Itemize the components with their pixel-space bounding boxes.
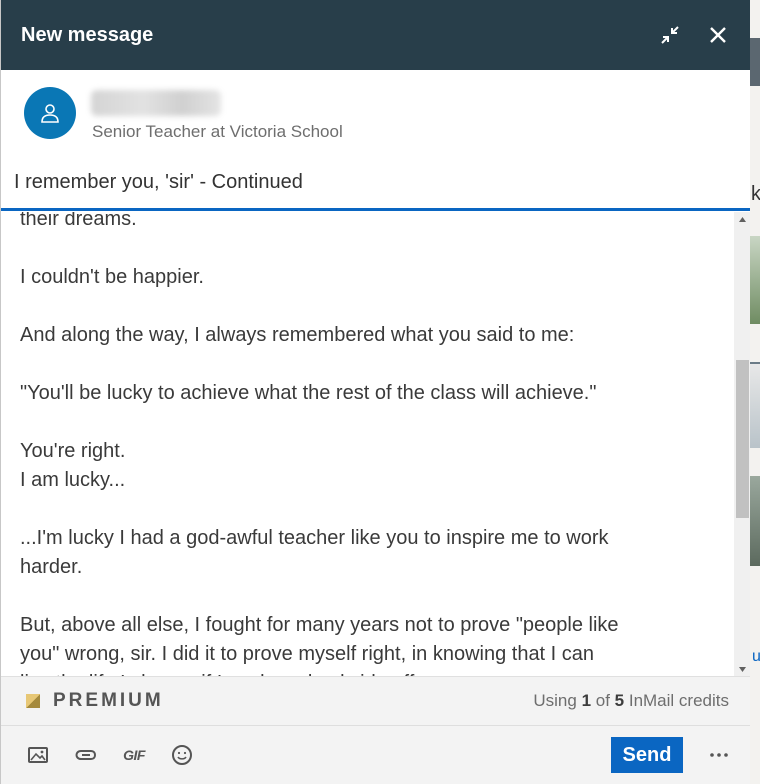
- inmail-credits: Using 1 of 5 InMail credits: [533, 691, 729, 710]
- message-line: I am lucky...: [20, 469, 126, 491]
- background-text: k: [751, 183, 760, 205]
- scroll-down-arrow[interactable]: [734, 662, 750, 676]
- subject-input[interactable]: I remember you, 'sir' - Continued: [1, 165, 750, 211]
- background-thumbnail: [750, 362, 760, 448]
- message-line: their dreams.: [20, 212, 137, 230]
- emoji-icon: [172, 745, 192, 765]
- scroll-down-icon: [739, 666, 746, 672]
- attach-image-button[interactable]: [26, 743, 50, 767]
- person-icon: [41, 104, 59, 123]
- compose-toolbar: GIF Send: [1, 726, 750, 784]
- scroll-up-icon: [739, 216, 746, 222]
- attachment-icon: [75, 750, 97, 760]
- background-link-text: u: [752, 648, 760, 665]
- more-options-icon: [710, 753, 728, 757]
- scrollbar[interactable]: [734, 212, 750, 676]
- emoji-button[interactable]: [170, 743, 194, 767]
- scrollbar-thumb[interactable]: [736, 360, 749, 518]
- minimize-arrows-icon: [661, 26, 679, 44]
- message-line: harder.: [20, 556, 83, 578]
- recipient-card[interactable]: Senior Teacher at Victoria School: [1, 70, 750, 150]
- premium-label: PREMIUM: [53, 690, 164, 711]
- send-button[interactable]: Send: [611, 737, 683, 773]
- more-options-button[interactable]: [707, 743, 731, 767]
- new-message-dialog: New message Senior Teacher at Victoria S…: [0, 0, 750, 784]
- minimize-button[interactable]: [658, 23, 682, 47]
- message-body-text[interactable]: their dreams. I couldn't be happier. And a…: [20, 212, 720, 676]
- background-thumbnail: [750, 236, 760, 324]
- gif-icon: GIF: [123, 747, 145, 763]
- gif-button[interactable]: GIF: [122, 743, 146, 767]
- premium-badge-icon: [26, 694, 40, 708]
- background-nav-strip: [750, 38, 760, 86]
- close-icon: [710, 27, 726, 43]
- message-line: live the life I choose if I work my back…: [20, 669, 720, 676]
- recipient-name-blurred: [91, 90, 221, 116]
- background-thumbnail: [750, 476, 760, 566]
- premium-bar: PREMIUM Using 1 of 5 InMail credits: [1, 676, 750, 726]
- message-line: "You'll be lucky to achieve what the res…: [20, 382, 597, 404]
- image-icon: [28, 747, 48, 763]
- message-line: You're right.: [20, 440, 126, 462]
- message-line: ...I'm lucky I had a god-awful teacher l…: [20, 527, 609, 549]
- scroll-up-arrow[interactable]: [734, 212, 750, 226]
- recipient-headline: Senior Teacher at Victoria School: [92, 122, 343, 141]
- attach-file-button[interactable]: [74, 743, 98, 767]
- avatar: [24, 87, 76, 139]
- message-line: But, above all else, I fought for many y…: [20, 614, 619, 636]
- close-button[interactable]: [706, 23, 730, 47]
- dialog-title: New message: [21, 23, 154, 46]
- message-line: you" wrong, sir. I did it to prove mysel…: [20, 643, 595, 665]
- message-line: I couldn't be happier.: [20, 266, 204, 288]
- dialog-header: New message: [1, 0, 750, 70]
- message-line: And along the way, I always remembered w…: [20, 324, 575, 346]
- message-body[interactable]: their dreams. I couldn't be happier. And a…: [1, 212, 750, 676]
